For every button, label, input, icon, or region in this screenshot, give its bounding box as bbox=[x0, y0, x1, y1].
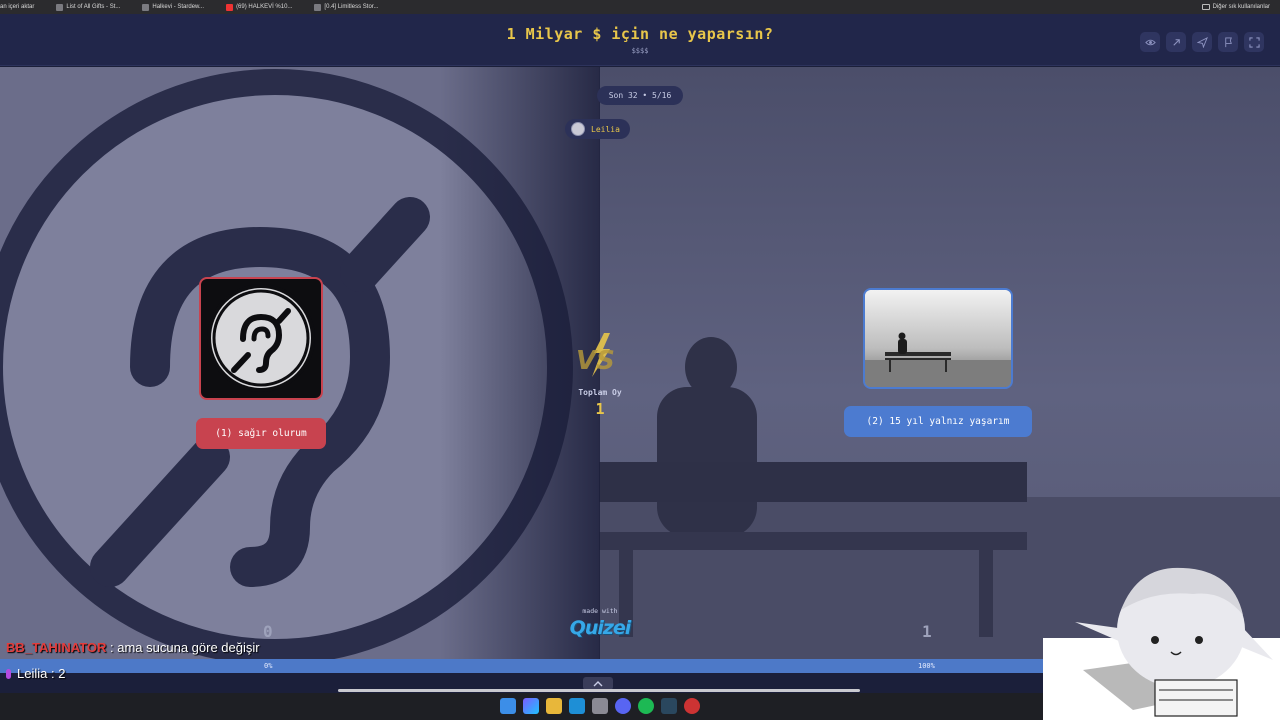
gear-icon bbox=[314, 3, 322, 11]
bookmark-item[interactable]: [0.4] Limitless Stor... bbox=[314, 3, 379, 11]
favicon-icon bbox=[142, 3, 150, 11]
user-name: Leilia bbox=[591, 124, 620, 134]
app-root: an içeri aktar List of All Gifts - St...… bbox=[0, 0, 1280, 720]
option-1-vote-count: 0 bbox=[263, 622, 273, 641]
folder-icon bbox=[1201, 4, 1210, 10]
option-1-percent: 0% bbox=[264, 662, 273, 670]
option-2-image-card[interactable] bbox=[863, 288, 1013, 389]
file-explorer-icon[interactable] bbox=[546, 698, 562, 714]
chat-username: Leilia bbox=[17, 666, 48, 681]
made-with-label: made with bbox=[582, 607, 618, 615]
bookmark-label: an içeri aktar bbox=[0, 4, 35, 10]
windows-start-icon[interactable] bbox=[500, 698, 516, 714]
copilot-icon[interactable] bbox=[523, 698, 539, 714]
streamer-mascot-overlay bbox=[1043, 567, 1280, 720]
other-bookmarks-label: Diğer sık kullanılanlar bbox=[1212, 4, 1270, 10]
youtube-icon bbox=[226, 3, 234, 11]
bookmark-label: List of All Gifts - St... bbox=[66, 4, 121, 10]
current-user-pill: Leilia bbox=[565, 119, 630, 139]
option-2-label: (2) 15 yıl yalnız yaşarım bbox=[866, 416, 1010, 427]
avatar bbox=[571, 122, 585, 136]
total-votes-value: 1 bbox=[595, 400, 605, 418]
edge-icon[interactable] bbox=[569, 698, 585, 714]
round-label: Son 32 • 5/16 bbox=[596, 86, 684, 105]
page-header: 1 Milyar $ için ne yaparsın? $$$$ bbox=[0, 14, 1280, 66]
header-actions bbox=[1140, 32, 1264, 52]
spotify-icon[interactable] bbox=[638, 698, 654, 714]
hearing-impaired-icon bbox=[207, 284, 315, 392]
chat-text: : 2 bbox=[50, 666, 66, 681]
send-icon bbox=[1196, 36, 1208, 48]
eye-button[interactable] bbox=[1140, 32, 1160, 52]
option-2-percent: 100% bbox=[918, 662, 935, 670]
option-2-vote-count: 1 bbox=[922, 622, 932, 641]
bookmark-item[interactable]: List of All Gifts - St... bbox=[56, 3, 121, 11]
microphone-icon bbox=[6, 669, 11, 679]
share-icon bbox=[1172, 38, 1180, 46]
eye-icon bbox=[1144, 39, 1156, 45]
bookmark-item[interactable]: Halkevi - Stardew... bbox=[142, 3, 205, 11]
page-title: 1 Milyar $ için ne yaparsın? bbox=[506, 25, 774, 43]
option-2-button[interactable]: (2) 15 yıl yalnız yaşarım bbox=[844, 406, 1032, 437]
quizei-logo[interactable]: Quizei bbox=[560, 617, 640, 639]
page-subtitle: $$$$ bbox=[631, 47, 649, 55]
option-1-image-card[interactable] bbox=[199, 277, 323, 400]
chat-message: BB_TAHINATOR : ama sucuna göre değişir bbox=[6, 640, 260, 655]
round-indicator: Son 32 • 5/16 bbox=[0, 86, 1280, 105]
store-icon[interactable] bbox=[592, 698, 608, 714]
fullscreen-button[interactable] bbox=[1244, 32, 1264, 52]
steam-icon[interactable] bbox=[661, 698, 677, 714]
bookmark-label: (69) HALKEVİ %10... bbox=[236, 4, 293, 10]
taskbar-icons bbox=[500, 698, 700, 714]
bookmark-item[interactable]: an içeri aktar bbox=[0, 4, 34, 10]
chevron-up-icon bbox=[593, 680, 603, 686]
total-votes-label: Toplam Oy bbox=[578, 388, 622, 397]
option-1-label: (1) sağır olurum bbox=[215, 428, 307, 439]
fullscreen-icon bbox=[1248, 36, 1260, 48]
report-button[interactable] bbox=[1218, 32, 1238, 52]
favicon-icon bbox=[56, 3, 64, 11]
bookmark-label: [0.4] Limitless Stor... bbox=[324, 4, 379, 10]
chrome-icon[interactable] bbox=[684, 698, 700, 714]
svg-text:VS: VS bbox=[576, 346, 615, 376]
bookmark-item[interactable]: (69) HALKEVİ %10... bbox=[226, 3, 293, 11]
share-button[interactable] bbox=[1166, 32, 1186, 52]
other-bookmarks[interactable]: Diğer sık kullanılanlar bbox=[1201, 0, 1270, 14]
send-button[interactable] bbox=[1192, 32, 1212, 52]
versus-icon: VS bbox=[576, 333, 615, 377]
horizontal-scrollbar[interactable] bbox=[338, 689, 860, 692]
discord-icon[interactable] bbox=[615, 698, 631, 714]
bookmarks-bar: an içeri aktar List of All Gifts - St...… bbox=[0, 0, 1280, 14]
chat-text: : ama sucuna göre değişir bbox=[110, 640, 260, 655]
bookmark-label: Halkevi - Stardew... bbox=[152, 4, 205, 10]
chat-username: BB_TAHINATOR bbox=[6, 640, 107, 655]
chat-message: Leilia : 2 bbox=[6, 666, 65, 681]
option-1-button[interactable]: (1) sağır olurum bbox=[196, 418, 326, 449]
man-on-bench-image bbox=[865, 290, 1011, 387]
flag-icon bbox=[1224, 36, 1232, 47]
